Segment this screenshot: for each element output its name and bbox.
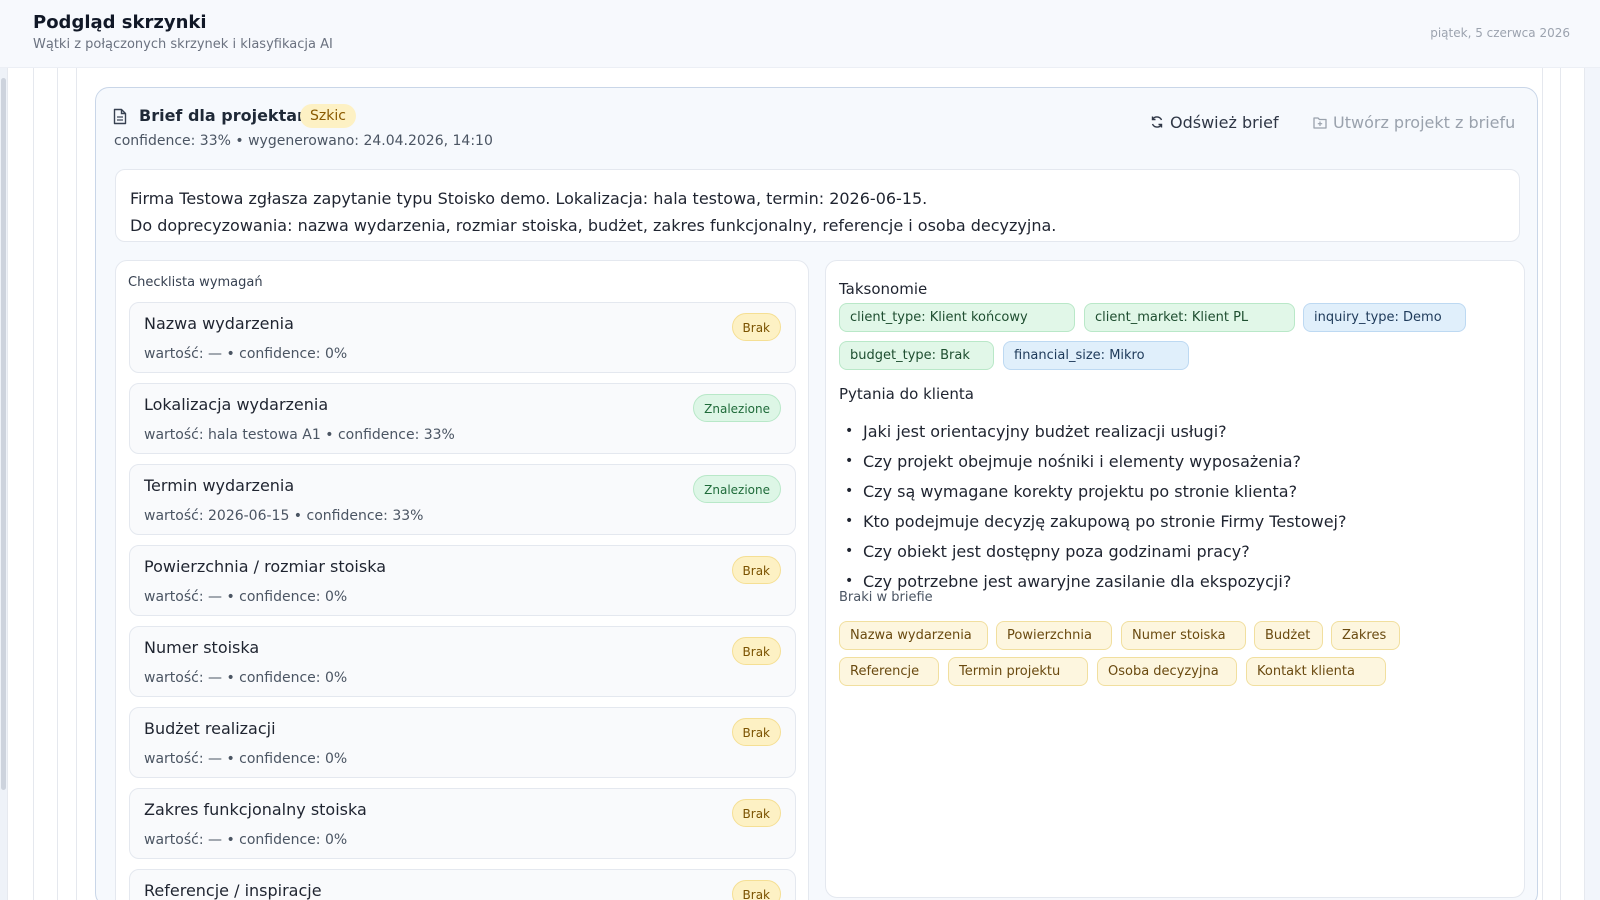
bullet: • bbox=[845, 423, 854, 439]
checklist-item-name: Budżet realizacji bbox=[144, 719, 276, 738]
gap-chip: Referencje bbox=[839, 657, 939, 686]
brief-summary: Firma Testowa zgłasza zapytanie typu Sto… bbox=[115, 169, 1520, 242]
create-project-label: Utwórz projekt z briefu bbox=[1333, 112, 1516, 132]
divider bbox=[1560, 68, 1561, 900]
divider bbox=[76, 68, 77, 900]
taxonomy-chip: client_type: Klient końcowy bbox=[839, 303, 1075, 332]
taxonomy-chip: inquiry_type: Demo bbox=[1303, 303, 1466, 332]
checklist-item-name: Zakres funkcjonalny stoiska bbox=[144, 800, 367, 819]
refresh-icon bbox=[1151, 116, 1163, 128]
divider bbox=[1542, 68, 1543, 900]
gap-chip: Kontakt klienta bbox=[1246, 657, 1386, 686]
question-text: Jaki jest orientacyjny budżet realizacji… bbox=[863, 421, 1227, 441]
checklist-item: Lokalizacja wydarzenia wartość: hala tes… bbox=[129, 383, 796, 454]
checklist-item-value: wartość: hala testowa A1 • confidence: 3… bbox=[144, 427, 455, 443]
gap-chip: Numer stoiska bbox=[1121, 621, 1246, 650]
create-project-button[interactable]: Utwórz projekt z briefu bbox=[1313, 111, 1515, 133]
summary-line: Do doprecyzowania: nazwa wydarzenia, roz… bbox=[130, 216, 1057, 235]
checklist-item: Numer stoiska wartość: — • confidence: 0… bbox=[129, 626, 796, 697]
bullet: • bbox=[845, 513, 854, 529]
scrollbar[interactable] bbox=[1, 78, 6, 790]
list-item: • Jaki jest orientacyjny budżet realizacj… bbox=[845, 416, 1505, 446]
gap-chip: Nazwa wydarzenia bbox=[839, 621, 988, 650]
gap-chip: Budżet bbox=[1254, 621, 1323, 650]
bullet: • bbox=[845, 543, 854, 559]
bullet: • bbox=[845, 573, 854, 589]
checklist-item: Termin wydarzenia wartość: 2026-06-15 • … bbox=[129, 464, 796, 535]
page-header: Podgląd skrzynki Wątki z połączonych skr… bbox=[0, 0, 1600, 68]
checklist-item-value: wartość: 2026-06-15 • confidence: 33% bbox=[144, 508, 424, 524]
refresh-brief-label: Odśwież brief bbox=[1170, 112, 1279, 132]
checklist-item-name: Nazwa wydarzenia bbox=[144, 314, 294, 333]
status-badge: Znalezione bbox=[693, 475, 781, 503]
checklist-item-value: wartość: — • confidence: 0% bbox=[144, 589, 348, 605]
brief-gaps-label: Braki w briefie bbox=[839, 590, 933, 605]
questions-label: Pytania do klienta bbox=[839, 385, 974, 403]
refresh-brief-button[interactable]: Odśwież brief bbox=[1150, 111, 1279, 133]
taxonomy-chip: financial_size: Mikro bbox=[1003, 341, 1189, 370]
folder-plus-icon bbox=[1313, 116, 1327, 129]
question-text: Czy potrzebne jest awaryjne zasilanie dl… bbox=[863, 571, 1292, 591]
gap-chip: Powierzchnia bbox=[996, 621, 1112, 650]
client-questions-list: • Jaki jest orientacyjny budżet realizacj… bbox=[845, 416, 1505, 596]
checklist-item-name: Termin wydarzenia bbox=[144, 476, 295, 495]
gap-chip: Zakres bbox=[1331, 621, 1400, 650]
list-item: • Czy potrzebne jest awaryjne zasilanie d… bbox=[845, 566, 1505, 596]
checklist-heading: Checklista wymagań bbox=[128, 275, 263, 290]
status-badge: Znalezione bbox=[693, 394, 781, 422]
question-text: Kto podejmuje decyzję zakupową po stroni… bbox=[863, 511, 1347, 531]
checklist-item-value: wartość: — • confidence: 0% bbox=[144, 751, 348, 767]
gap-chip: Osoba decyzyjna bbox=[1097, 657, 1237, 686]
taxonomies-label: Taksonomie bbox=[839, 280, 928, 298]
list-item: • Czy obiekt jest dostępny poza godzinami… bbox=[845, 536, 1505, 566]
status-badge: Brak bbox=[731, 637, 781, 665]
list-item: • Czy są wymagane korekty projektu po str… bbox=[845, 476, 1505, 506]
question-text: Czy są wymagane korekty projektu po stro… bbox=[863, 481, 1298, 501]
checklist-item: Nazwa wydarzenia wartość: — • confidence… bbox=[129, 302, 796, 373]
checklist-item: Zakres funkcjonalny stoiska wartość: — •… bbox=[129, 788, 796, 859]
current-date: piątek, 5 czerwca 2026 bbox=[1430, 26, 1570, 40]
divider bbox=[33, 68, 34, 900]
gap-chip: Termin projektu bbox=[948, 657, 1088, 686]
checklist-item: Powierzchnia / rozmiar stoiska wartość: … bbox=[129, 545, 796, 616]
checklist-item-name: Lokalizacja wydarzenia bbox=[144, 395, 329, 414]
page-title: Podgląd skrzynki bbox=[33, 12, 207, 33]
status-badge: Brak bbox=[731, 880, 781, 900]
checklist-item-name: Numer stoiska bbox=[144, 638, 260, 657]
bullet: • bbox=[845, 483, 854, 499]
status-badge: Szkic bbox=[300, 104, 356, 128]
checklist-item: Referencje / inspiracje Brak bbox=[129, 869, 796, 900]
checklist-item: Budżet realizacji wartość: — • confidenc… bbox=[129, 707, 796, 778]
taxonomy-chip: client_market: Klient PL bbox=[1084, 303, 1295, 332]
checklist-item-name: Powierzchnia / rozmiar stoiska bbox=[144, 557, 386, 576]
checklist-item-name: Referencje / inspiracje bbox=[144, 881, 322, 900]
page-subtitle: Wątki z połączonych skrzynek i klasyfika… bbox=[33, 37, 333, 52]
brief-title: Brief dla projektanta bbox=[139, 106, 327, 125]
status-badge: Brak bbox=[731, 799, 781, 827]
list-item: • Czy projekt obejmuje nośniki i elementy… bbox=[845, 446, 1505, 476]
bullet: • bbox=[845, 453, 854, 469]
brief-meta: confidence: 33% • wygenerowano: 24.04.20… bbox=[114, 133, 493, 149]
list-item: • Kto podejmuje decyzję zakupową po stron… bbox=[845, 506, 1505, 536]
status-badge: Brak bbox=[731, 718, 781, 746]
taxonomy-chip: budget_type: Brak bbox=[839, 341, 994, 370]
checklist-item-value: wartość: — • confidence: 0% bbox=[144, 670, 348, 686]
status-badge: Brak bbox=[731, 556, 781, 584]
question-text: Czy projekt obejmuje nośniki i elementy … bbox=[863, 451, 1302, 471]
summary-line: Firma Testowa zgłasza zapytanie typu Sto… bbox=[130, 189, 928, 208]
checklist-item-value: wartość: — • confidence: 0% bbox=[144, 832, 348, 848]
status-badge: Brak bbox=[731, 313, 781, 341]
divider bbox=[57, 68, 58, 900]
question-text: Czy obiekt jest dostępny poza godzinami … bbox=[863, 541, 1250, 561]
document-icon bbox=[113, 108, 127, 125]
checklist-item-value: wartość: — • confidence: 0% bbox=[144, 346, 348, 362]
